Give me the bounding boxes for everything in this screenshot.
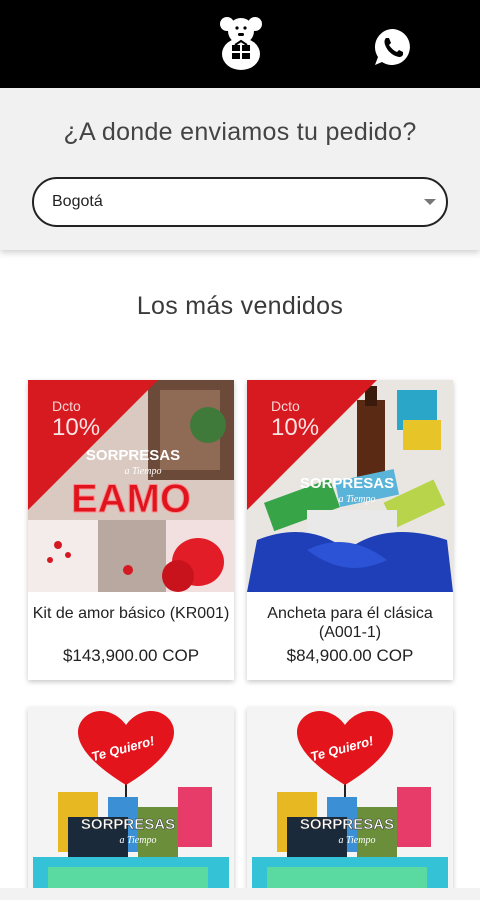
discount-badge-percent: 10% [271, 414, 320, 441]
product-name[interactable]: Kit de amor básico (KR001) [30, 604, 232, 623]
product-price: $84,900.00 COP [286, 646, 414, 665]
product-image[interactable]: Te Quiero! SORPRESAS a Tiempo [247, 707, 453, 900]
bottom-edge [0, 888, 480, 900]
city-select-value: Bogotá [52, 193, 103, 210]
product-image[interactable]: SORPRESAS a Tiempo Dcto 10% [247, 380, 453, 592]
image-brand-script: a Tiempo [120, 835, 157, 846]
bear-logo-icon[interactable] [216, 14, 266, 70]
image-balloon-text: EAMO [71, 477, 191, 521]
caret-down-icon [424, 199, 436, 205]
discount-badge-label: Dcto [52, 398, 81, 414]
delivery-title: ¿A donde enviamos tu pedido? [63, 118, 417, 146]
image-brand-text: SORPRESAS [300, 475, 394, 492]
product-card[interactable]: Te Quiero! SORPRESAS a Tiempo [28, 707, 234, 900]
delivery-location-panel: ¿A donde enviamos tu pedido? Bogotá [0, 88, 480, 250]
product-card[interactable]: Te Quiero! SORPRESAS a Tiempo [247, 707, 453, 900]
image-brand-text: SORPRESAS [86, 447, 180, 464]
discount-badge-percent: 10% [52, 414, 101, 441]
discount-badge-label: Dcto [271, 398, 300, 414]
image-brand-text: SORPRESAS [300, 816, 394, 833]
product-price: $143,900.00 COP [62, 646, 200, 665]
product-name[interactable]: Ancheta para él clásica (A001-1) [249, 604, 451, 642]
top-bar [0, 0, 480, 88]
whatsapp-icon[interactable] [372, 26, 414, 68]
product-image[interactable]: Te Quiero! SORPRESAS a Tiempo [28, 707, 234, 900]
city-select[interactable]: Bogotá [32, 177, 448, 227]
product-card[interactable]: SORPRESAS a Tiempo Dcto 10% Ancheta para… [247, 380, 453, 680]
image-brand-script: a Tiempo [339, 494, 376, 505]
image-brand-script: a Tiempo [339, 835, 376, 846]
image-brand-script: a Tiempo [125, 466, 162, 477]
product-card[interactable]: SORPRESAS a Tiempo EAMO Dcto 10% Kit de … [28, 380, 234, 680]
product-image[interactable]: SORPRESAS a Tiempo EAMO Dcto 10% [28, 380, 234, 592]
image-brand-text: SORPRESAS [81, 816, 175, 833]
best-sellers-title: Los más vendidos [136, 292, 344, 320]
